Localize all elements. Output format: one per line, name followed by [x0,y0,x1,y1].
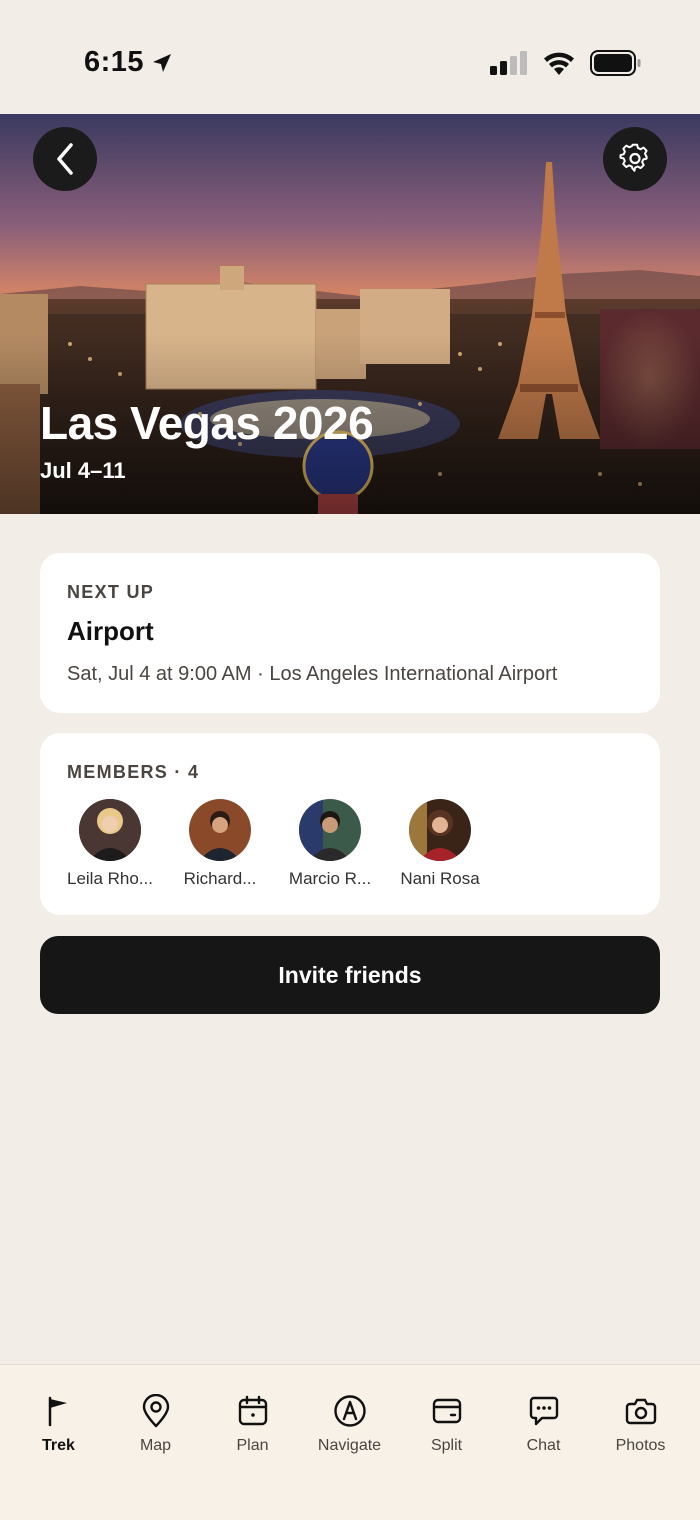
tab-trek[interactable]: Trek [10,1393,107,1455]
trip-title: Las Vegas 2026 [40,397,374,449]
member-item[interactable]: Leila Rho... [55,799,165,889]
avatar [409,799,471,861]
next-up-details: Sat, Jul 4 at 9:00 AM · Los Angeles Inte… [67,663,558,685]
tab-label: Chat [526,1437,561,1454]
avatar [299,799,361,861]
flag-icon [48,1396,67,1427]
tab-label: Trek [42,1437,75,1454]
member-item[interactable]: Richard... [165,799,275,889]
camera-icon [625,1398,656,1425]
wifi-icon [544,52,574,75]
status-time-text: 6:15 [84,46,145,78]
navigate-icon [333,1395,366,1427]
member-item[interactable]: Marcio R... [275,799,385,889]
chat-icon [529,1396,558,1426]
avatar [189,799,251,861]
tab-map[interactable]: Map [107,1393,204,1455]
trip-dates: Jul 4–11 [40,458,126,483]
next-up-title: Airport [67,616,154,646]
signal-icon [490,51,527,75]
hero-banner: Las Vegas 2026 Jul 4–11 [0,114,700,514]
battery-icon [590,50,641,76]
members-eyebrow: MEMBERS · 4 [67,762,200,782]
tab-plan[interactable]: Plan [204,1393,301,1455]
tab-photos[interactable]: Photos [592,1393,689,1455]
tab-bar: Trek Map Plan Navigate Split Chat Photos [0,1364,700,1520]
tab-label: Plan [236,1437,269,1454]
status-time: 6:15 [84,46,174,79]
tab-split[interactable]: Split [398,1393,495,1455]
location-arrow-icon [153,53,172,72]
tab-navigate[interactable]: Navigate [301,1393,398,1455]
status-bar: 6:15 [0,0,700,114]
member-name: Leila Rho... [67,869,153,888]
invite-friends-button[interactable]: Invite friends [40,936,660,1014]
tab-label: Map [139,1437,172,1454]
chevron-left-icon [57,143,73,175]
wallet-icon [432,1398,461,1424]
tab-label: Split [430,1437,463,1454]
member-name: Marcio R... [288,869,372,888]
next-up-card[interactable]: NEXT UP Airport Sat, Jul 4 at 9:00 AM · … [40,553,660,713]
settings-button[interactable] [603,127,667,191]
calendar-icon [238,1395,267,1426]
gear-icon [619,143,648,172]
member-name: Nani Rosa [400,869,480,888]
tab-label: Photos [615,1437,666,1454]
tab-chat[interactable]: Chat [495,1393,592,1455]
next-up-eyebrow: NEXT UP [67,582,155,602]
members-card: MEMBERS · 4 Leila Rho... Richard... Marc… [40,733,660,915]
status-indicators [490,50,642,76]
tab-label: Navigate [317,1437,382,1454]
avatar [79,799,141,861]
member-item[interactable]: Nani Rosa [385,799,495,889]
member-name: Richard... [183,869,257,888]
map-pin-icon [142,1394,169,1428]
back-button[interactable] [33,127,97,191]
